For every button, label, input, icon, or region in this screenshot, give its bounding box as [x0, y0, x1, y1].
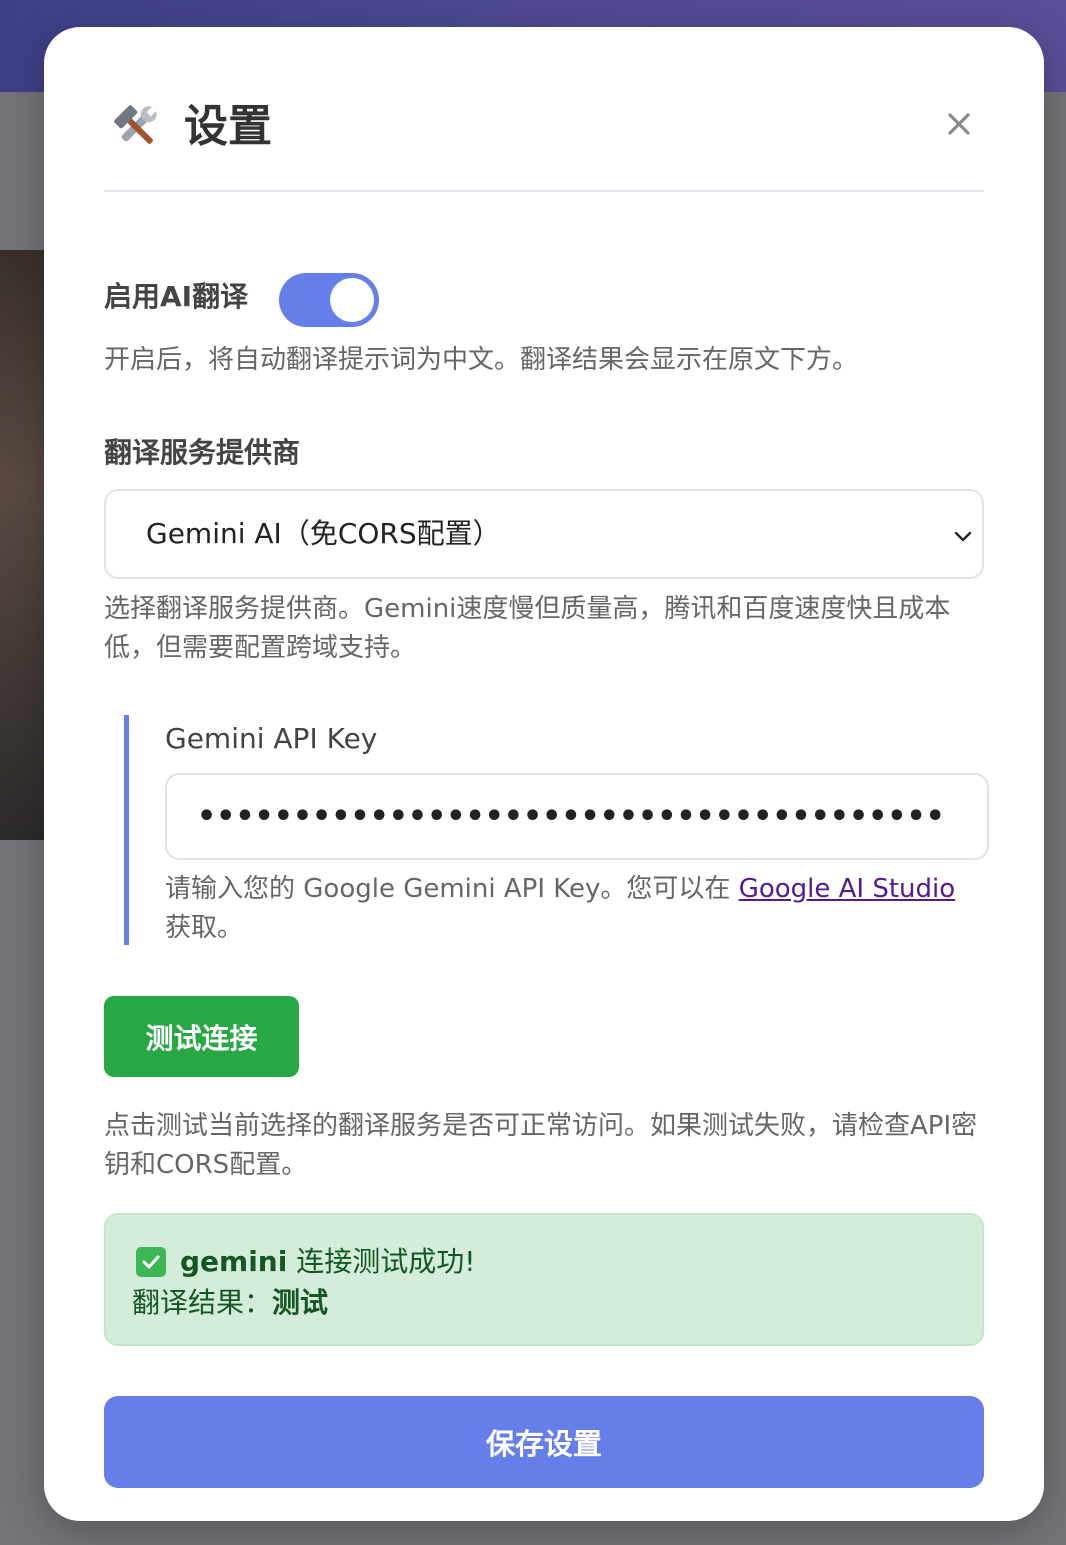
- modal-header: 设置: [104, 85, 984, 192]
- api-key-help: 请输入您的 Google Gemini API Key。您可以在 Google …: [165, 870, 985, 948]
- check-mark-icon: [136, 1247, 166, 1277]
- test-result-box: gemini 连接测试成功! 翻译结果：测试: [104, 1213, 984, 1346]
- result-translation-value: 测试: [272, 1286, 329, 1319]
- api-key-value: •••••••••••••••••••••••••••••••••••••••: [197, 799, 945, 834]
- enable-ai-label: 启用AI翻译: [104, 280, 249, 313]
- enable-ai-help: 开启后，将自动翻译提示词为中文。翻译结果会显示在原文下方。: [104, 345, 859, 375]
- google-ai-studio-link[interactable]: Google AI Studio: [739, 874, 955, 904]
- modal-title: 设置: [184, 101, 272, 152]
- test-connection-button[interactable]: 测试连接: [104, 996, 299, 1077]
- result-status-line: gemini 连接测试成功!: [132, 1242, 475, 1282]
- settings-modal: 设置 启用AI翻译 开启后，将自动翻译提示词为中文。翻译结果会显示在原文下方。 …: [44, 27, 1044, 1521]
- hammer-and-wrench-icon: [110, 101, 162, 153]
- api-key-label: Gemini API Key: [165, 722, 378, 755]
- enable-ai-toggle[interactable]: [279, 273, 379, 327]
- close-button[interactable]: [938, 103, 980, 145]
- result-translation-label: 翻译结果：: [132, 1286, 273, 1319]
- provider-select-value: Gemini AI（免CORS配置）: [146, 517, 501, 550]
- chevron-down-icon: [950, 523, 976, 549]
- provider-help: 选择翻译服务提供商。Gemini速度慢但质量高，腾讯和百度速度快且成本低，但需要…: [104, 594, 951, 663]
- enable-ai-row: 启用AI翻译: [104, 273, 984, 329]
- save-settings-button[interactable]: 保存设置: [104, 1396, 984, 1488]
- api-key-section: Gemini API Key •••••••••••••••••••••••••…: [124, 715, 989, 948]
- api-key-help-prefix: 请输入您的 Google Gemini API Key。您可以在: [165, 874, 739, 904]
- close-icon: [948, 113, 970, 135]
- test-help: 点击测试当前选择的翻译服务是否可正常访问。如果测试失败，请检查API密钥和COR…: [104, 1111, 978, 1180]
- api-key-help-suffix: 获取。: [165, 913, 244, 943]
- result-message: 连接测试成功!: [287, 1245, 476, 1278]
- provider-label: 翻译服务提供商: [104, 436, 301, 469]
- api-key-input[interactable]: •••••••••••••••••••••••••••••••••••••••: [165, 773, 989, 860]
- result-translation-line: 翻译结果：测试: [132, 1283, 328, 1323]
- provider-select[interactable]: Gemini AI（免CORS配置）: [104, 489, 984, 579]
- result-service-name: gemini: [180, 1245, 288, 1278]
- toggle-knob: [330, 278, 374, 322]
